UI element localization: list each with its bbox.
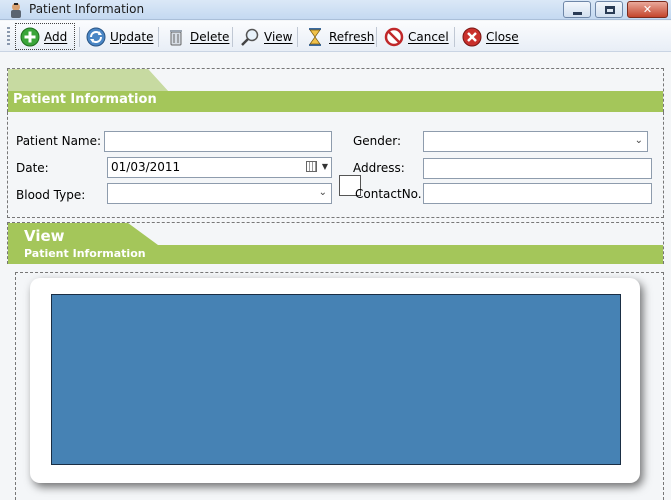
cancel-button[interactable]: Cancel (380, 23, 453, 50)
view-label: View (264, 29, 293, 44)
maximize-icon (605, 6, 615, 14)
title-bar: Patient Information ✕ (0, 0, 671, 20)
blood-type-label: Blood Type: (16, 188, 86, 202)
add-button[interactable]: Add (15, 23, 75, 50)
view-button[interactable]: View (236, 23, 296, 50)
toolbar-separator (158, 27, 159, 47)
refresh-button[interactable]: Refresh (301, 23, 378, 50)
toolbar-grip[interactable] (7, 27, 10, 47)
refresh-icon (309, 27, 321, 46)
patient-name-input[interactable] (104, 131, 332, 152)
view-header-title: View (24, 227, 65, 245)
delete-icon (170, 29, 182, 45)
app-icon (11, 3, 21, 18)
close-label: Close (486, 29, 519, 44)
dropdown-arrow-icon: ▼ (321, 162, 328, 171)
contact-input[interactable] (423, 183, 652, 204)
view-icon (241, 28, 259, 46)
update-icon (86, 27, 106, 46)
add-label: Add (44, 29, 68, 44)
window-close-button[interactable]: ✕ (627, 1, 668, 18)
toolbar-separator (454, 27, 455, 47)
toolbar: Add Update Delete View Refresh Cancel Cl… (0, 21, 671, 52)
date-label: Date: (16, 161, 49, 175)
gender-label: Gender: (353, 134, 402, 148)
calendar-icon (306, 161, 317, 172)
add-icon (20, 27, 40, 46)
view-header-subtitle: Patient Information (24, 247, 146, 260)
address-label: Address: (353, 161, 405, 175)
delete-button[interactable]: Delete (162, 23, 233, 50)
toolbar-separator (297, 27, 298, 47)
date-picker[interactable]: 01/03/2011 ▼ (107, 157, 332, 178)
blood-type-select[interactable]: ⌄ (107, 183, 332, 204)
contact-label: ContactNo. (355, 187, 422, 201)
chevron-down-icon: ⌄ (634, 135, 643, 146)
close-button[interactable]: Close (458, 23, 523, 50)
address-input[interactable] (423, 158, 652, 179)
patient-info-header-title: Patient Information (13, 92, 157, 107)
window-title: Patient Information (29, 2, 145, 16)
delete-label: Delete (190, 29, 230, 44)
maximize-button[interactable] (595, 1, 623, 18)
patient-name-label: Patient Name: (16, 134, 102, 148)
toolbar-separator (232, 27, 233, 47)
cancel-icon (384, 27, 404, 46)
minimize-icon (573, 12, 582, 15)
toolbar-separator (79, 27, 80, 47)
patient-info-header: Patient Information (7, 68, 664, 112)
view-header: View Patient Information (7, 222, 664, 264)
gender-select[interactable]: ⌄ (423, 131, 648, 152)
minimize-button[interactable] (563, 1, 591, 18)
patient-data-grid[interactable] (51, 294, 621, 465)
update-button[interactable]: Update (82, 23, 157, 50)
date-value: 01/03/2011 (111, 160, 181, 174)
refresh-label: Refresh (329, 29, 375, 44)
toolbar-separator (376, 27, 377, 47)
update-label: Update (110, 29, 154, 44)
close-icon (462, 27, 482, 46)
chevron-down-icon: ⌄ (318, 187, 327, 198)
close-x-icon: ✕ (642, 3, 653, 16)
cancel-label: Cancel (408, 29, 449, 44)
